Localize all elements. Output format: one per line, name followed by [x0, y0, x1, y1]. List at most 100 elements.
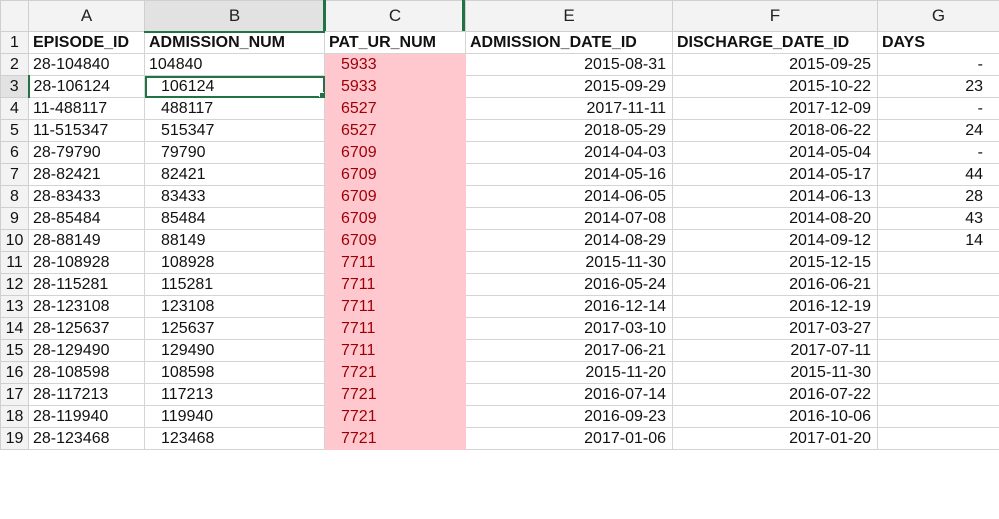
column-header-b[interactable]: B — [144, 0, 325, 33]
cell-discharge-date-id[interactable]: 2017-07-11 — [672, 339, 878, 362]
cell-pat-ur-num[interactable]: 7711 — [324, 295, 466, 318]
cell-discharge-date-id[interactable]: 2014-06-13 — [672, 185, 878, 208]
cell-admission-num[interactable]: 85484 — [144, 207, 325, 230]
cell-pat-ur-num[interactable]: 7711 — [324, 317, 466, 340]
cell-discharge-date-id[interactable]: 2014-09-12 — [672, 229, 878, 252]
cell-discharge-date-id[interactable]: 2015-12-15 — [672, 251, 878, 274]
cell-pat-ur-num[interactable]: 7721 — [324, 361, 466, 384]
row-header[interactable]: 17 — [0, 383, 29, 406]
cell-days[interactable]: 28 — [877, 185, 999, 208]
cell-days[interactable] — [877, 405, 999, 428]
active-cell[interactable]: 106124 — [144, 75, 325, 98]
cell-admission-date-id[interactable]: 2016-05-24 — [465, 273, 673, 296]
column-header-f[interactable]: F — [672, 0, 878, 32]
cell-days[interactable] — [877, 295, 999, 318]
cell-admission-num[interactable]: 515347 — [144, 119, 325, 142]
cell-header-days[interactable]: DAYS — [877, 31, 999, 54]
cell-admission-num[interactable]: 117213 — [144, 383, 325, 406]
cell-admission-date-id[interactable]: 2017-01-06 — [465, 427, 673, 450]
cell-discharge-date-id[interactable]: 2017-12-09 — [672, 97, 878, 120]
row-header[interactable]: 18 — [0, 405, 29, 428]
cell-episode-id[interactable]: 28-85484 — [28, 207, 145, 230]
cell-header-episode-id[interactable]: EPISODE_ID — [28, 31, 145, 54]
cell-episode-id[interactable]: 28-106124 — [28, 75, 145, 98]
cell-pat-ur-num[interactable]: 6709 — [324, 207, 466, 230]
cell-episode-id[interactable]: 28-108598 — [28, 361, 145, 384]
cell-admission-date-id[interactable]: 2015-09-29 — [465, 75, 673, 98]
row-header[interactable]: 13 — [0, 295, 29, 318]
cell-pat-ur-num[interactable]: 6527 — [324, 97, 466, 120]
cell-episode-id[interactable]: 11-488117 — [28, 97, 145, 120]
cell-admission-date-id[interactable]: 2018-05-29 — [465, 119, 673, 142]
cell-pat-ur-num[interactable]: 7721 — [324, 383, 466, 406]
cell-episode-id[interactable]: 28-125637 — [28, 317, 145, 340]
cell-pat-ur-num[interactable]: 7721 — [324, 427, 466, 450]
cell-episode-id[interactable]: 28-82421 — [28, 163, 145, 186]
cell-discharge-date-id[interactable]: 2014-05-04 — [672, 141, 878, 164]
cell-admission-num[interactable]: 115281 — [144, 273, 325, 296]
row-header[interactable]: 9 — [0, 207, 29, 230]
cell-discharge-date-id[interactable]: 2018-06-22 — [672, 119, 878, 142]
cell-discharge-date-id[interactable]: 2015-11-30 — [672, 361, 878, 384]
cell-episode-id[interactable]: 11-515347 — [28, 119, 145, 142]
cell-header-discharge-date-id[interactable]: DISCHARGE_DATE_ID — [672, 31, 878, 54]
row-header[interactable]: 11 — [0, 251, 29, 274]
cell-admission-date-id[interactable]: 2015-08-31 — [465, 53, 673, 76]
cell-admission-date-id[interactable]: 2014-07-08 — [465, 207, 673, 230]
cell-admission-date-id[interactable]: 2017-03-10 — [465, 317, 673, 340]
cell-header-admission-date-id[interactable]: ADMISSION_DATE_ID — [465, 31, 673, 54]
row-header[interactable]: 4 — [0, 97, 29, 120]
cell-admission-date-id[interactable]: 2017-06-21 — [465, 339, 673, 362]
cell-admission-date-id[interactable]: 2016-07-14 — [465, 383, 673, 406]
cell-admission-date-id[interactable]: 2014-08-29 — [465, 229, 673, 252]
cell-admission-num[interactable]: 488117 — [144, 97, 325, 120]
cell-admission-date-id[interactable]: 2016-12-14 — [465, 295, 673, 318]
cell-episode-id[interactable]: 28-108928 — [28, 251, 145, 274]
cell-admission-num[interactable]: 108928 — [144, 251, 325, 274]
cell-episode-id[interactable]: 28-123468 — [28, 427, 145, 450]
cell-header-pat-ur-num[interactable]: PAT_UR_NUM — [324, 31, 466, 54]
cell-days[interactable] — [877, 317, 999, 340]
column-header-g[interactable]: G — [877, 0, 999, 32]
cell-discharge-date-id[interactable]: 2016-12-19 — [672, 295, 878, 318]
row-header[interactable]: 5 — [0, 119, 29, 142]
cell-days[interactable] — [877, 273, 999, 296]
row-header[interactable]: 1 — [0, 31, 29, 54]
cell-days[interactable] — [877, 427, 999, 450]
cell-pat-ur-num[interactable]: 5933 — [324, 53, 466, 76]
cell-discharge-date-id[interactable]: 2014-05-17 — [672, 163, 878, 186]
cell-discharge-date-id[interactable]: 2017-01-20 — [672, 427, 878, 450]
cell-admission-num[interactable]: 79790 — [144, 141, 325, 164]
cell-days[interactable]: 23 — [877, 75, 999, 98]
cell-admission-num[interactable]: 104840 — [144, 53, 325, 76]
row-header[interactable]: 15 — [0, 339, 29, 362]
cell-admission-date-id[interactable]: 2014-04-03 — [465, 141, 673, 164]
row-header[interactable]: 8 — [0, 185, 29, 208]
cell-days[interactable] — [877, 251, 999, 274]
cell-discharge-date-id[interactable]: 2015-09-25 — [672, 53, 878, 76]
row-header[interactable]: 3 — [0, 75, 30, 98]
cell-discharge-date-id[interactable]: 2015-10-22 — [672, 75, 878, 98]
column-header-c[interactable]: C — [324, 0, 466, 32]
cell-pat-ur-num[interactable]: 7711 — [324, 273, 466, 296]
cell-days[interactable]: - — [877, 53, 999, 76]
cell-pat-ur-num[interactable]: 5933 — [324, 75, 466, 98]
cell-days[interactable] — [877, 339, 999, 362]
cell-admission-num[interactable]: 88149 — [144, 229, 325, 252]
cell-pat-ur-num[interactable]: 6527 — [324, 119, 466, 142]
cell-episode-id[interactable]: 28-115281 — [28, 273, 145, 296]
cell-discharge-date-id[interactable]: 2014-08-20 — [672, 207, 878, 230]
cell-episode-id[interactable]: 28-119940 — [28, 405, 145, 428]
select-all-corner[interactable] — [0, 0, 29, 32]
cell-episode-id[interactable]: 28-83433 — [28, 185, 145, 208]
cell-admission-num[interactable]: 119940 — [144, 405, 325, 428]
fill-handle[interactable] — [319, 92, 324, 97]
row-header[interactable]: 16 — [0, 361, 29, 384]
cell-discharge-date-id[interactable]: 2016-06-21 — [672, 273, 878, 296]
row-header[interactable]: 12 — [0, 273, 29, 296]
cell-episode-id[interactable]: 28-79790 — [28, 141, 145, 164]
cell-pat-ur-num[interactable]: 7711 — [324, 251, 466, 274]
cell-episode-id[interactable]: 28-129490 — [28, 339, 145, 362]
row-header[interactable]: 10 — [0, 229, 29, 252]
cell-header-admission-num[interactable]: ADMISSION_NUM — [144, 31, 325, 54]
